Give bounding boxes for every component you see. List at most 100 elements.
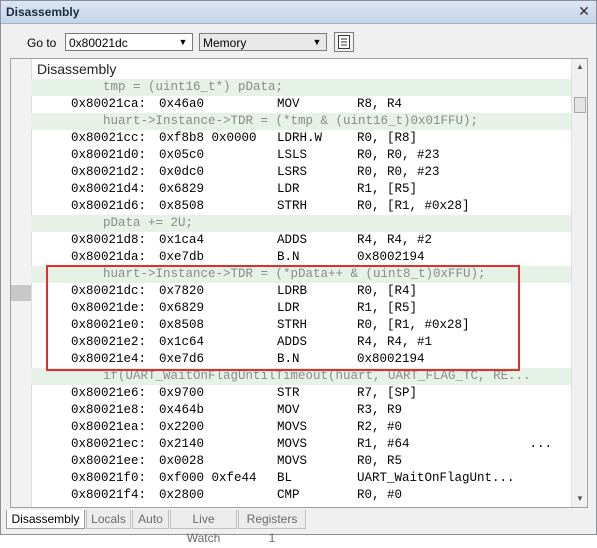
instruction-mnemonic: MOVS [277, 454, 308, 468]
instruction-line[interactable]: 0x80021d6: 0x8508 STRH R0, [R1, #0x28] [31, 198, 571, 215]
goto-label: Go to [27, 36, 57, 50]
instruction-address: 0x80021e4: [71, 352, 147, 366]
instruction-line[interactable]: 0x80021f0: 0xf000 0xfe44 BL UART_WaitOnFlag… [31, 470, 571, 487]
instruction-line[interactable]: 0x80021e6: 0x9700 STR R7, [SP] [31, 385, 571, 402]
source-line[interactable]: huart->Instance->TDR = (*tmp & (uint16_t… [31, 113, 571, 130]
source-text: pData += 2U; [103, 216, 194, 230]
instruction-operands: R1, #64 ... [357, 437, 553, 451]
goto-address-value[interactable]: 0x80021dc [69, 36, 128, 50]
instruction-mnemonic: LSRS [277, 165, 308, 179]
chevron-down-icon[interactable]: ▼ [310, 35, 324, 49]
disassembly-window: Disassembly ✕ Go to 0x80021dc ▼ Memory ▼… [0, 0, 597, 545]
instruction-mnemonic: ADDS [277, 233, 308, 247]
instruction-line[interactable]: 0x80021d0: 0x05c0 LSLS R0, R0, #23 [31, 147, 571, 164]
instruction-line[interactable]: 0x80021e0: 0x8508 STRH R0, [R1, #0x28] [31, 317, 571, 334]
instruction-opcode: 0xf8b8 0x0000 [159, 131, 257, 145]
breakpoint-gutter[interactable] [11, 59, 32, 507]
document-button[interactable] [334, 32, 354, 52]
tab-locals[interactable]: Locals [86, 510, 131, 529]
instruction-mnemonic: MOV [277, 403, 300, 417]
tab-registers-1[interactable]: Registers 1 [238, 510, 306, 545]
panel-header: Disassembly [37, 61, 117, 77]
instruction-address: 0x80021d4: [71, 182, 147, 196]
instruction-line[interactable]: 0x80021ee: 0x0028 MOVS R0, R5 [31, 453, 571, 470]
tab-auto[interactable]: Auto [132, 510, 169, 529]
title-bar: Disassembly ✕ [1, 1, 596, 24]
instruction-mnemonic: STR [277, 386, 300, 400]
scroll-thumb[interactable] [574, 97, 586, 113]
instruction-operands: 0x8002194 [357, 250, 425, 264]
instruction-line[interactable]: 0x80021e2: 0x1c64 ADDS R4, R4, #1 [31, 334, 571, 351]
instruction-opcode: 0x0dc0 [159, 165, 205, 179]
instruction-operands: R4, R4, #2 [357, 233, 433, 247]
vertical-scrollbar[interactable]: ▲ ▼ [571, 59, 587, 507]
instruction-address: 0x80021f4: [71, 488, 147, 502]
source-line[interactable]: huart->Instance->TDR = (*pData++ & (uint… [31, 266, 571, 283]
view-select[interactable]: Memory ▼ [199, 33, 327, 51]
instruction-address: 0x80021f0: [71, 471, 147, 485]
instruction-mnemonic: BL [277, 471, 293, 485]
chevron-down-icon[interactable]: ▼ [176, 35, 190, 49]
instruction-address: 0x80021ee: [71, 454, 147, 468]
instruction-address: 0x80021d0: [71, 148, 147, 162]
instruction-opcode: 0x0028 [159, 454, 205, 468]
instruction-line[interactable]: 0x80021d2: 0x0dc0 LSRS R0, R0, #23 [31, 164, 571, 181]
instruction-opcode: 0x2140 [159, 437, 205, 451]
instruction-operands: UART_WaitOnFlagUnt... [357, 471, 515, 485]
instruction-opcode: 0x464b [159, 403, 205, 417]
source-line[interactable]: tmp = (uint16_t*) pData; [31, 79, 571, 96]
instruction-operands: R0, [R4] [357, 284, 418, 298]
instruction-opcode: 0x6829 [159, 182, 205, 196]
instruction-line[interactable]: 0x80021d8: 0x1ca4 ADDS R4, R4, #2 [31, 232, 571, 249]
instruction-operands: R0, [R8] [357, 131, 418, 145]
instruction-address: 0x80021e8: [71, 403, 147, 417]
instruction-line[interactable]: 0x80021ea: 0x2200 MOVS R2, #0 [31, 419, 571, 436]
instruction-line[interactable]: 0x80021dc: 0x7820 LDRB R0, [R4] [31, 283, 571, 300]
scroll-down-icon[interactable]: ▼ [572, 491, 587, 507]
instruction-opcode: 0x7820 [159, 284, 205, 298]
disassembly-panel[interactable]: Disassembly tmp = (uint16_t*) pData; 0x80… [10, 58, 588, 508]
instruction-mnemonic: LDRB [277, 284, 308, 298]
instruction-line[interactable]: 0x80021ec: 0x2140 MOVS R1, #64 ... [31, 436, 571, 453]
instruction-operands: 0x8002194 [357, 352, 425, 366]
source-text: tmp = (uint16_t*) pData; [103, 80, 284, 94]
instruction-line[interactable]: 0x80021ca: 0x46a0 MOV R8, R4 [31, 96, 571, 113]
instruction-operands: R0, R0, #23 [357, 148, 440, 162]
tab-live-watch[interactable]: Live Watch [170, 510, 237, 545]
toolbar: Go to 0x80021dc ▼ Memory ▼ [1, 24, 596, 58]
instruction-address: 0x80021e6: [71, 386, 147, 400]
instruction-mnemonic: LDR [277, 182, 300, 196]
instruction-mnemonic: LDRH.W [277, 131, 323, 145]
source-line[interactable]: pData += 2U; [31, 215, 571, 232]
document-icon [338, 35, 350, 49]
instruction-line[interactable]: 0x80021f4: 0x2800 CMP R0, #0 [31, 487, 571, 504]
instruction-address: 0x80021ec: [71, 437, 147, 451]
instruction-opcode: 0x2800 [159, 488, 205, 502]
instruction-opcode: 0x2200 [159, 420, 205, 434]
instruction-operands: R0, [R1, #0x28] [357, 318, 470, 332]
scroll-up-icon[interactable]: ▲ [572, 59, 587, 75]
instruction-mnemonic: MOVS [277, 437, 308, 451]
source-text: huart->Instance->TDR = (*pData++ & (uint… [103, 267, 486, 281]
window-title: Disassembly [6, 5, 80, 19]
instruction-mnemonic: ADDS [277, 335, 308, 349]
instruction-line[interactable]: 0x80021e4: 0xe7d6 B.N 0x8002194 [31, 351, 571, 368]
instruction-line[interactable]: 0x80021da: 0xe7db B.N 0x8002194 [31, 249, 571, 266]
instruction-operands: R1, [R5] [357, 301, 418, 315]
instruction-operands: R2, #0 [357, 420, 403, 434]
instruction-line[interactable]: 0x80021d4: 0x6829 LDR R1, [R5] [31, 181, 571, 198]
instruction-line[interactable]: 0x80021cc: 0xf8b8 0x0000 LDRH.W R0, [R8] [31, 130, 571, 147]
instruction-opcode: 0x6829 [159, 301, 205, 315]
instruction-operands: R0, [R1, #0x28] [357, 199, 470, 213]
source-text: huart->Instance->TDR = (*tmp & (uint16_t… [103, 114, 479, 128]
instruction-mnemonic: LDR [277, 301, 300, 315]
instruction-line[interactable]: 0x80021e8: 0x464b MOV R3, R9 [31, 402, 571, 419]
instruction-mnemonic: LSLS [277, 148, 308, 162]
goto-address-combo[interactable]: 0x80021dc ▼ [65, 33, 193, 51]
source-line[interactable]: if(UART_WaitOnFlagUntilTimeout(huart, UA… [31, 368, 571, 385]
close-icon[interactable]: ✕ [576, 3, 592, 19]
instruction-line[interactable]: 0x80021de: 0x6829 LDR R1, [R5] [31, 300, 571, 317]
instruction-address: 0x80021e0: [71, 318, 147, 332]
instruction-opcode: 0x1ca4 [159, 233, 205, 247]
tab-disassembly[interactable]: Disassembly [6, 510, 85, 529]
